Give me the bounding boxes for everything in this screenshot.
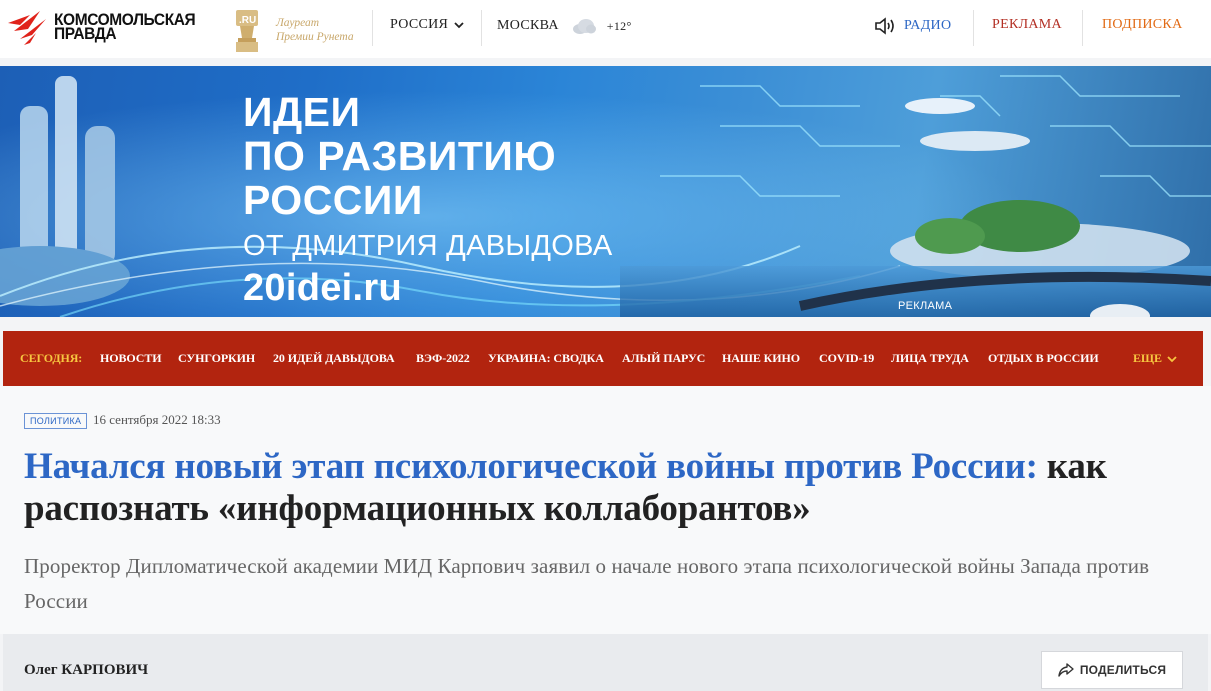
runet-award[interactable]: .RU Лауреат Премии Рунета — [226, 4, 354, 56]
divider — [481, 10, 482, 46]
article-header: ПОЛИТИКА 16 сентября 2022 18:33 Начался … — [0, 386, 1211, 634]
nav-today-label: СЕГОДНЯ: — [20, 351, 83, 365]
banner-line-4: ОТ ДМИТРИЯ ДАВЫДОВА — [243, 230, 613, 262]
share-label: ПОДЕЛИТЬСЯ — [1079, 663, 1167, 677]
nav-item-ukraine-summary[interactable]: УКРАИНА: СВОДКА — [488, 351, 604, 366]
kp-bird-logo-icon — [8, 11, 46, 45]
weather-widget[interactable]: МОСКВА +12° — [497, 17, 632, 35]
ad-label: РЕКЛАМА — [898, 300, 953, 312]
nav-item-nashe-kino[interactable]: НАШЕ КИНО — [722, 351, 800, 366]
banner-headline: ИДЕИ ПО РАЗВИТИЮ РОССИИ ОТ ДМИТРИЯ ДАВЫД… — [243, 90, 613, 308]
advertising-link[interactable]: РЕКЛАМА — [992, 17, 1062, 33]
nav-item-covid-19[interactable]: COVID-19 — [819, 351, 874, 366]
subscription-link[interactable]: ПОДПИСКА — [1102, 17, 1182, 33]
share-button[interactable]: ПОДЕЛИТЬСЯ — [1041, 651, 1183, 689]
article-headline: Начался новый этап психологической войны… — [24, 446, 1204, 530]
banner-line-3: РОССИИ — [243, 177, 423, 223]
cloud-icon — [572, 19, 596, 34]
award-line-1: Лауреат — [276, 17, 320, 29]
article-date: 16 сентября 2022 18:33 — [93, 412, 221, 427]
topics-nav: СЕГОДНЯ: НОВОСТИ СУНГОРКИН 20 ИДЕЙ ДАВЫД… — [3, 331, 1203, 386]
logo-wordmark: КОМСОМОЛЬСКАЯ ПРАВДА — [54, 12, 196, 44]
nav-item-vef-2022[interactable]: ВЭФ-2022 — [416, 351, 470, 366]
ad-banner[interactable]: ИДЕИ ПО РАЗВИТИЮ РОССИИ ОТ ДМИТРИЯ ДАВЫД… — [0, 66, 1211, 317]
chevron-down-icon — [1167, 355, 1177, 362]
site-logo[interactable]: КОМСОМОЛЬСКАЯ ПРАВДА — [6, 8, 211, 48]
temperature-value: +12° — [606, 18, 632, 33]
banner-line-1: ИДЕИ — [243, 89, 361, 135]
award-badge-text: .RU — [239, 15, 256, 26]
radio-label: РАДИО — [904, 18, 952, 33]
runet-award-icon: .RU — [236, 10, 258, 52]
site-header: КОМСОМОЛЬСКАЯ ПРАВДА .RU Лауреат Премии … — [0, 0, 1211, 58]
city-label: МОСКВА — [497, 18, 559, 33]
divider — [973, 10, 974, 46]
nav-more-label: ЕЩЕ — [1133, 351, 1162, 365]
nav-more-button[interactable]: ЕЩЕ — [1133, 351, 1177, 366]
author-strip: Олег КАРПОВИЧ ПОДЕЛИТЬСЯ — [3, 634, 1208, 691]
rubric-badge[interactable]: ПОЛИТИКА — [24, 413, 88, 429]
share-icon — [1058, 663, 1074, 677]
nav-item-litsa-truda[interactable]: ЛИЦА ТРУДА — [891, 351, 969, 366]
banner-url[interactable]: 20idei.ru — [243, 268, 613, 308]
award-caption: Лауреат Премии Рунета — [276, 16, 354, 44]
region-selector[interactable]: РОССИЯ — [390, 17, 464, 33]
logo-line-2: ПРАВДА — [54, 25, 117, 44]
headline-highlight: Начался новый этап психологической войны… — [24, 446, 1038, 487]
author-name[interactable]: Олег КАРПОВИЧ — [24, 662, 148, 679]
banner-line-2: ПО РАЗВИТИЮ — [243, 133, 557, 179]
divider — [372, 10, 373, 46]
nav-item-20-ideas[interactable]: 20 ИДЕЙ ДАВЫДОВА — [273, 351, 395, 366]
region-label: РОССИЯ — [390, 17, 449, 32]
chevron-down-icon — [454, 22, 464, 29]
nav-item-sungorkin[interactable]: СУНГОРКИН — [178, 351, 255, 366]
award-line-2: Премии Рунета — [276, 31, 354, 43]
nav-item-news[interactable]: НОВОСТИ — [100, 351, 162, 366]
divider — [1082, 10, 1083, 46]
speaker-icon — [875, 17, 894, 35]
article-lead: Проректор Дипломатической академии МИД К… — [24, 554, 1150, 613]
radio-link[interactable]: РАДИО — [874, 17, 951, 35]
nav-item-otdyh-v-rossii[interactable]: ОТДЫХ В РОССИИ — [988, 351, 1099, 366]
nav-item-aliy-parus[interactable]: АЛЫЙ ПАРУС — [622, 351, 705, 366]
